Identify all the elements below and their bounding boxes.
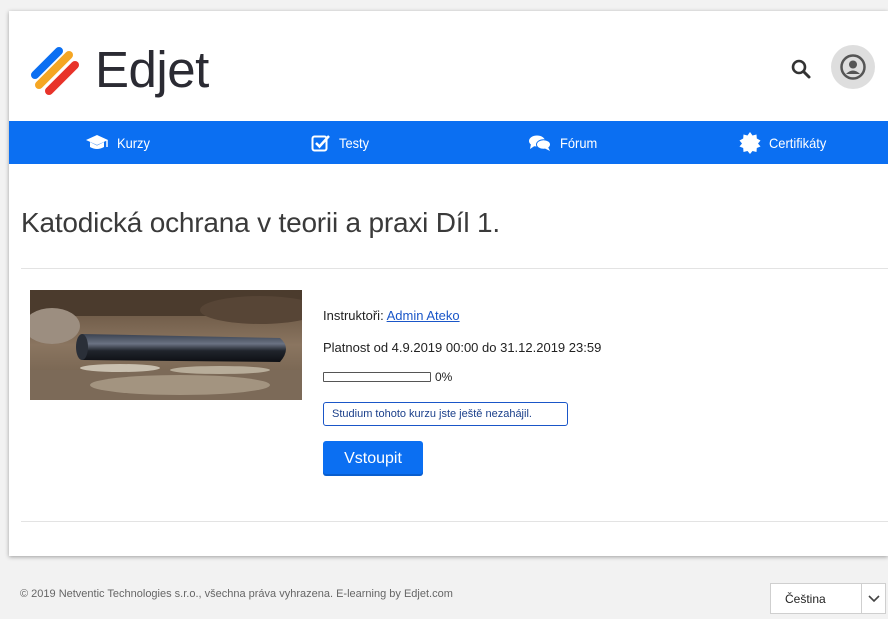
progress-bar <box>323 372 431 382</box>
language-select[interactable]: Čeština <box>770 583 886 614</box>
language-select-value: Čeština <box>785 591 826 606</box>
chevron-down-icon[interactable] <box>861 584 885 613</box>
progress-percent: 0% <box>435 370 453 384</box>
main-nav: Kurzy Testy Fórum Certifikáty <box>9 121 888 164</box>
course-title: Katodická ochrana v teorii a praxi Díl 1… <box>21 207 500 238</box>
user-avatar-icon <box>840 54 866 80</box>
nav-item-forum[interactable]: Fórum <box>528 121 600 164</box>
user-avatar-button[interactable] <box>831 45 875 89</box>
header: Edjet <box>9 11 888 121</box>
brand-name: Edjet <box>95 40 209 98</box>
status-message: Studium tohoto kurzu jste ještě nezaháji… <box>323 402 568 426</box>
check-square-icon <box>311 134 330 151</box>
nav-item-label: Kurzy <box>117 134 150 151</box>
nav-item-label: Certifikáty <box>769 134 827 151</box>
divider <box>21 521 888 522</box>
page-card: Edjet Kurzy Testy Fórum Certifikáty Kato… <box>9 11 888 556</box>
brand-logo[interactable]: Edjet <box>29 41 209 97</box>
enter-course-button[interactable]: Vstoupit <box>323 441 423 476</box>
instructors-line: Instruktoři: Admin Ateko <box>323 308 460 323</box>
nav-item-testy[interactable]: Testy <box>311 121 372 164</box>
instructors-label: Instruktoři: <box>323 308 384 323</box>
pipe-photo <box>30 290 302 400</box>
search-icon <box>791 59 811 79</box>
search-button[interactable] <box>789 57 813 81</box>
nav-item-certifikaty[interactable]: Certifikáty <box>739 121 831 164</box>
nav-item-label: Fórum <box>560 134 598 151</box>
validity-line: Platnost od 4.9.2019 00:00 do 31.12.2019… <box>323 340 602 355</box>
nav-item-kurzy[interactable]: Kurzy <box>85 121 153 164</box>
nav-item-label: Testy <box>339 134 370 151</box>
graduation-cap-icon <box>86 134 108 149</box>
course-image[interactable] <box>30 290 302 400</box>
certificate-icon <box>739 131 761 154</box>
divider <box>21 268 888 269</box>
edjet-logo-mark <box>31 47 79 95</box>
footer-copyright: © 2019 Netventic Technologies s.r.o., vš… <box>20 588 453 600</box>
comments-icon <box>529 135 551 151</box>
instructor-link[interactable]: Admin Ateko <box>387 308 460 323</box>
